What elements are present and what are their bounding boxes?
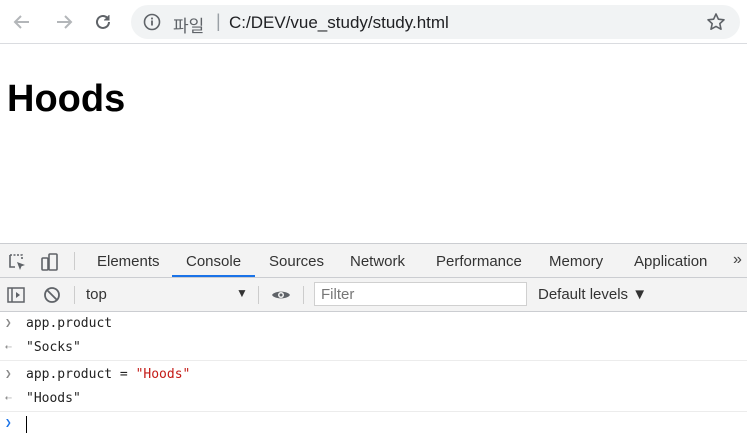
active-tab-indicator (172, 275, 255, 277)
filter-input[interactable]: Filter (314, 282, 527, 306)
text-caret (26, 416, 27, 433)
page-heading: Hoods (7, 78, 126, 120)
browser-toolbar: 파일 | C:/DEV/vue_study/study.html (0, 0, 747, 44)
reload-button[interactable] (91, 10, 115, 34)
devtools-tab-bar: Elements Console Sources Network Perform… (0, 244, 747, 278)
console-result-text: "Socks" (26, 340, 81, 355)
prompt-chevron-icon: ❯ (5, 416, 12, 429)
more-tabs-button[interactable]: » (733, 251, 742, 269)
tab-performance[interactable]: Performance (436, 244, 522, 277)
console-result-row: ⇠ "Socks" (0, 336, 747, 361)
console-input-row: ❯ app.product = "Hoods" (0, 363, 747, 387)
arrow-right-icon (57, 15, 73, 29)
tab-application[interactable]: Application (634, 244, 707, 277)
forward-button[interactable] (52, 10, 76, 34)
reload-icon (96, 14, 110, 29)
toolbar-divider (74, 286, 75, 304)
url-text[interactable]: C:/DEV/vue_study/study.html (229, 13, 449, 33)
toolbar-divider (258, 286, 259, 304)
log-levels-dropdown[interactable]: Default levels ▼ (538, 286, 647, 303)
console-toolbar: top ▼ Filter Default levels ▼ (0, 278, 747, 312)
eye-icon[interactable] (271, 285, 291, 305)
address-bar[interactable]: 파일 | C:/DEV/vue_study/study.html (131, 5, 740, 39)
toolbar-divider (303, 286, 304, 304)
toolbar-divider (74, 252, 75, 270)
tab-memory[interactable]: Memory (549, 244, 603, 277)
input-chevron-icon: ❯ (5, 367, 12, 380)
info-icon[interactable] (143, 13, 161, 31)
context-dropdown-icon[interactable]: ▼ (236, 286, 248, 300)
tab-console[interactable]: Console (186, 244, 241, 277)
clear-console-icon[interactable] (42, 285, 62, 305)
sidebar-toggle-icon[interactable] (6, 285, 26, 305)
input-chevron-icon: ❯ (5, 316, 12, 329)
console-input-string: "Hoods" (135, 367, 191, 382)
star-icon[interactable] (706, 12, 726, 32)
device-toolbar-icon[interactable] (40, 252, 60, 272)
devtools-panel: Elements Console Sources Network Perform… (0, 243, 747, 448)
console-input-expression: app.product = (26, 367, 136, 382)
console-result-row: ⇠ "Hoods" (0, 387, 747, 412)
console-prompt[interactable]: ❯ (0, 412, 747, 436)
tab-sources[interactable]: Sources (269, 244, 324, 277)
console-input-text: app.product (26, 316, 113, 331)
arrow-left-icon (13, 15, 29, 29)
result-arrow-icon: ⇠ (5, 391, 12, 404)
scheme-separator: | (216, 11, 221, 31)
tab-elements[interactable]: Elements (97, 244, 160, 277)
console-output: ❯ app.product ⇠ "Socks" ❯ app.product = … (0, 312, 747, 436)
console-input-text: app.product = "Hoods" (26, 367, 190, 382)
back-button[interactable] (10, 10, 34, 34)
context-selector[interactable]: top (86, 286, 107, 303)
tab-network[interactable]: Network (350, 244, 405, 277)
scheme-label: 파일 (173, 17, 205, 37)
result-arrow-icon: ⇠ (5, 340, 12, 353)
console-result-text: "Hoods" (26, 391, 81, 406)
console-input-row: ❯ app.product (0, 312, 747, 336)
inspect-element-icon[interactable] (7, 252, 27, 272)
